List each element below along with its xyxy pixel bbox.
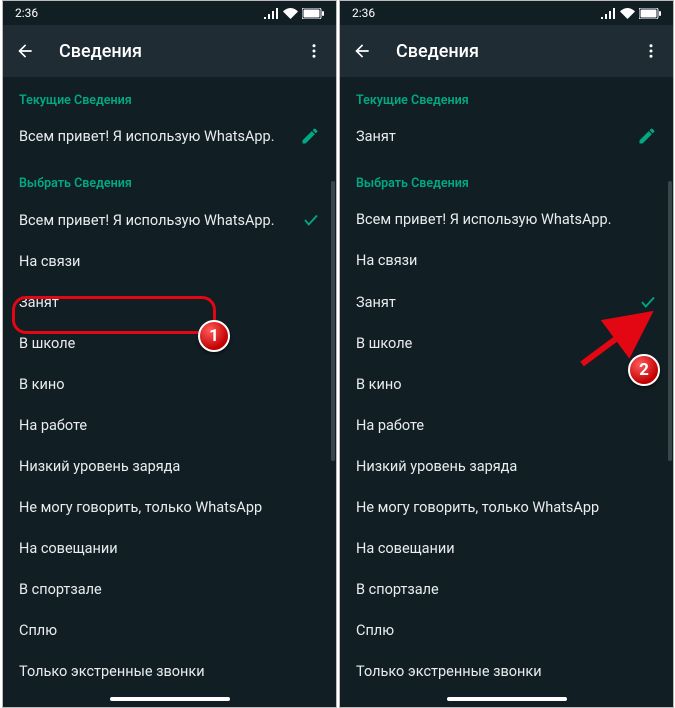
about-option[interactable]: Низкий уровень заряда: [3, 446, 336, 487]
home-indicator: [447, 697, 567, 701]
about-option-label: На связи: [356, 252, 657, 269]
about-option[interactable]: В кино: [3, 364, 336, 405]
about-option[interactable]: В спортзале: [340, 569, 673, 610]
about-option-label: На совещании: [356, 540, 657, 557]
app-bar: Сведения: [3, 25, 336, 77]
status-icons: [601, 8, 661, 19]
about-option[interactable]: Занят: [340, 281, 673, 323]
check-icon: [639, 293, 657, 311]
about-option-label: В школе: [19, 335, 320, 352]
about-option[interactable]: На совещании: [340, 528, 673, 569]
scrollbar[interactable]: [331, 181, 335, 461]
current-about-row[interactable]: Занят: [340, 116, 673, 160]
about-options-list: Всем привет! Я использую WhatsApp. На свя…: [3, 199, 336, 692]
about-option-label: Всем привет! Я использую WhatsApp.: [356, 211, 657, 228]
about-options-list: Всем привет! Я использую WhatsApp. На свя…: [340, 199, 673, 692]
about-option-label: Не могу говорить, только WhatsApp: [356, 499, 657, 516]
page-title: Сведения: [396, 41, 639, 62]
phone-screen-right: 2:36 Сведения Текущие Сведения Занят Выб…: [339, 0, 674, 708]
about-option-label: В кино: [356, 376, 657, 393]
about-option[interactable]: На работе: [3, 405, 336, 446]
about-option[interactable]: В школе: [3, 323, 336, 364]
about-option[interactable]: Не могу говорить, только WhatsApp: [3, 487, 336, 528]
back-button[interactable]: [13, 39, 37, 63]
about-option[interactable]: Занят: [3, 282, 336, 323]
about-option[interactable]: На совещании: [3, 528, 336, 569]
battery-icon: [639, 8, 661, 19]
signal-icon: [264, 8, 279, 19]
about-option-label: Только экстренные звонки: [356, 663, 657, 680]
current-about-text: Всем привет! Я использую WhatsApp.: [19, 128, 300, 145]
wifi-icon: [283, 8, 298, 19]
back-button[interactable]: [350, 39, 374, 63]
about-option-label: На связи: [19, 253, 320, 270]
about-option[interactable]: Всем привет! Я использую WhatsApp.: [340, 199, 673, 240]
battery-icon: [302, 8, 324, 19]
about-option[interactable]: В кино: [340, 364, 673, 405]
status-bar: 2:36: [340, 1, 673, 25]
edit-button[interactable]: [637, 126, 657, 146]
edit-button[interactable]: [300, 126, 320, 146]
about-option-label: На работе: [19, 417, 320, 434]
about-option[interactable]: Не могу говорить, только WhatsApp: [340, 487, 673, 528]
scrollbar[interactable]: [668, 181, 672, 461]
about-option-label: Низкий уровень заряда: [356, 458, 657, 475]
about-option[interactable]: На связи: [3, 241, 336, 282]
wifi-icon: [620, 8, 635, 19]
about-option[interactable]: В спортзале: [3, 569, 336, 610]
about-option[interactable]: Всем привет! Я использую WhatsApp.: [3, 199, 336, 241]
about-option[interactable]: Сплю: [340, 610, 673, 651]
current-about-row[interactable]: Всем привет! Я использую WhatsApp.: [3, 116, 336, 160]
about-option-label: В спортзале: [19, 581, 320, 598]
section-choose-header: Выбрать Сведения: [340, 160, 673, 199]
about-option[interactable]: Сплю: [3, 610, 336, 651]
more-button[interactable]: [639, 39, 663, 63]
about-option-label: Сплю: [19, 622, 320, 639]
about-option-label: Низкий уровень заряда: [19, 458, 320, 475]
about-option-label: На работе: [356, 417, 657, 434]
about-option-label: Только экстренные звонки: [19, 663, 320, 680]
check-icon: [302, 211, 320, 229]
section-current-header: Текущие Сведения: [340, 77, 673, 116]
about-option-label: В кино: [19, 376, 320, 393]
section-choose-header: Выбрать Сведения: [3, 160, 336, 199]
about-option[interactable]: Низкий уровень заряда: [340, 446, 673, 487]
about-option-label: Занят: [356, 294, 639, 311]
status-time: 2:36: [352, 6, 375, 20]
about-option[interactable]: В школе: [340, 323, 673, 364]
page-title: Сведения: [59, 41, 302, 62]
app-bar: Сведения: [340, 25, 673, 77]
about-option-label: В спортзале: [356, 581, 657, 598]
status-bar: 2:36: [3, 1, 336, 25]
more-button[interactable]: [302, 39, 326, 63]
about-option-label: В школе: [356, 335, 657, 352]
about-option-label: На совещании: [19, 540, 320, 557]
home-indicator: [110, 697, 230, 701]
about-option-label: Всем привет! Я использую WhatsApp.: [19, 212, 302, 229]
current-about-text: Занят: [356, 128, 637, 145]
status-time: 2:36: [15, 6, 38, 20]
about-option[interactable]: На связи: [340, 240, 673, 281]
about-option-label: Занят: [19, 294, 320, 311]
signal-icon: [601, 8, 616, 19]
about-option-label: Сплю: [356, 622, 657, 639]
about-option-label: Не могу говорить, только WhatsApp: [19, 499, 320, 516]
about-option[interactable]: Только экстренные звонки: [340, 651, 673, 692]
phone-screen-left: 2:36 Сведения Текущие Сведения Всем прив…: [2, 0, 337, 708]
about-option[interactable]: Только экстренные звонки: [3, 651, 336, 692]
about-option[interactable]: На работе: [340, 405, 673, 446]
status-icons: [264, 8, 324, 19]
section-current-header: Текущие Сведения: [3, 77, 336, 116]
